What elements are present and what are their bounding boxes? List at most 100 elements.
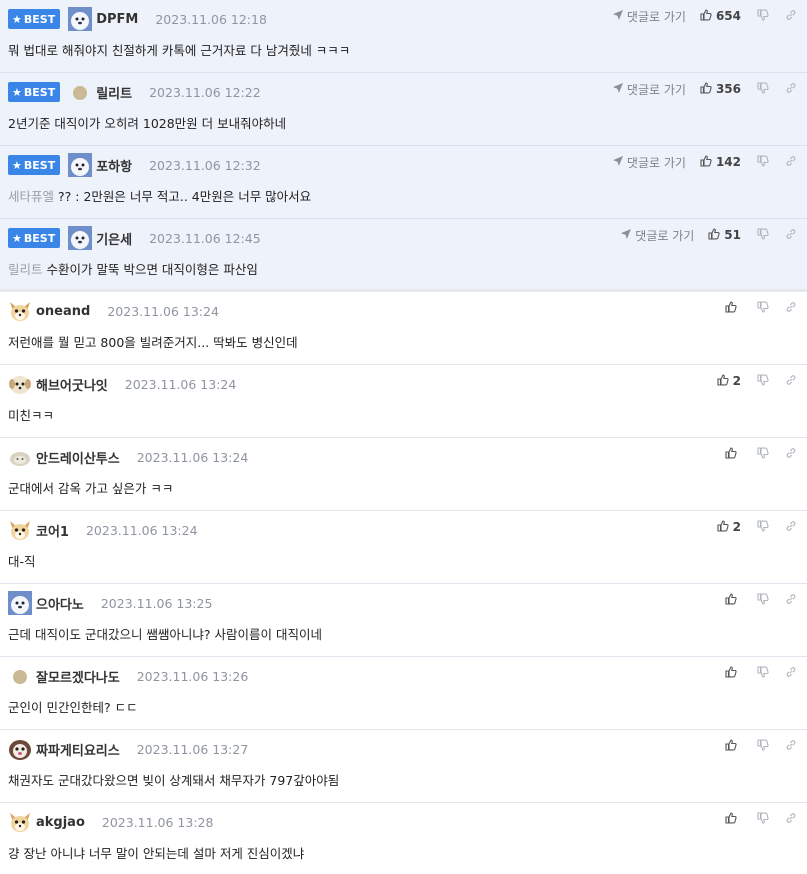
thumbs-up-icon <box>725 665 741 681</box>
nickname[interactable]: 해브어굿나잇 <box>36 375 108 394</box>
dot-avatar-icon[interactable] <box>68 80 92 104</box>
dot-avatar-icon[interactable] <box>8 664 32 688</box>
comment-body: 릴리트 수환이가 말뚝 박으면 대직이형은 파산임 <box>8 259 258 278</box>
comment-meta: 으아다노 2023.11.06 13:25 <box>8 591 212 615</box>
copy-link-button[interactable] <box>785 520 797 535</box>
timestamp: 2023.11.06 12:32 <box>149 157 261 173</box>
nickname[interactable]: 코어1 <box>36 521 69 540</box>
link-icon <box>785 666 797 681</box>
nickname[interactable]: 기은세 <box>96 229 132 248</box>
thumbs-up-icon <box>717 373 733 389</box>
like-button[interactable]: 2 <box>717 519 741 535</box>
comment-text: 근데 대직이도 군대갔으니 쌤쌤아니냐? 사람이름이 대직이네 <box>8 627 323 642</box>
timestamp: 2023.11.06 13:27 <box>136 741 249 757</box>
copy-link-button[interactable] <box>785 666 797 681</box>
like-button[interactable] <box>725 738 741 754</box>
dog-avatar-icon[interactable] <box>68 226 93 250</box>
copy-link-button[interactable] <box>785 82 797 97</box>
dislike-button[interactable] <box>757 373 769 389</box>
copy-link-button[interactable] <box>785 301 797 316</box>
comment-actions: 2 <box>717 372 797 390</box>
comment: 잘모르겠다나도 2023.11.06 13:26 군인이 민간인한테? ㄷㄷ <box>0 657 807 730</box>
copy-link-button[interactable] <box>785 739 797 754</box>
like-button[interactable]: 142 <box>700 154 741 170</box>
timestamp: 2023.11.06 13:24 <box>136 449 249 465</box>
dislike-button[interactable] <box>757 446 769 462</box>
nickname[interactable]: 잘모르겠다나도 <box>36 667 120 686</box>
goto-reply-link[interactable]: 댓글로 가기 <box>612 8 686 25</box>
like-button[interactable] <box>725 446 741 462</box>
reply-target[interactable]: 릴리트 <box>8 262 43 277</box>
best-badge: ★ BEST <box>8 9 61 29</box>
dog-avatar-icon[interactable] <box>68 153 93 177</box>
like-button[interactable]: 2 <box>717 373 741 389</box>
copy-link-button[interactable] <box>785 228 797 243</box>
thumbs-down-icon <box>757 300 769 316</box>
copy-link-button[interactable] <box>785 155 797 170</box>
goto-reply-link[interactable]: 댓글로 가기 <box>621 227 694 244</box>
lamb-avatar-icon[interactable] <box>8 445 32 469</box>
link-icon <box>785 447 797 462</box>
nickname[interactable]: 릴리트 <box>96 83 132 102</box>
link-icon <box>785 520 797 535</box>
comment-text: ?? : 2만원은 너무 적고.. 4만원은 너무 많아서요 <box>58 189 312 204</box>
comment-body: 채권자도 군대갔다왔으면 빚이 상계돼서 채무자가 797갚아야됨 <box>8 770 339 789</box>
dislike-button[interactable] <box>757 154 769 170</box>
thumbs-up-icon <box>725 592 741 608</box>
dislike-button[interactable] <box>757 811 769 827</box>
like-button[interactable]: 654 <box>700 8 741 24</box>
dog-avatar-icon[interactable] <box>68 7 93 31</box>
dislike-button[interactable] <box>757 665 769 681</box>
nickname[interactable]: 안드레이산투스 <box>36 448 120 467</box>
puppy-avatar-icon[interactable] <box>8 372 32 396</box>
fox-avatar-icon[interactable] <box>8 299 32 323</box>
dislike-button[interactable] <box>757 8 769 24</box>
fox-avatar-icon[interactable] <box>8 518 32 542</box>
dislike-button[interactable] <box>757 300 769 316</box>
goto-reply-link[interactable]: 댓글로 가기 <box>612 154 686 171</box>
thumbs-up-icon <box>700 81 716 97</box>
comment-meta: akgjao 2023.11.06 13:28 <box>8 810 213 834</box>
fox-avatar-icon[interactable] <box>8 810 32 834</box>
dislike-button[interactable] <box>757 738 769 754</box>
like-button[interactable] <box>725 665 741 681</box>
dog-avatar-icon[interactable] <box>8 591 32 615</box>
best-badge-label: BEST <box>23 231 56 245</box>
goto-reply-label: 댓글로 가기 <box>635 228 695 243</box>
copy-link-button[interactable] <box>785 593 797 608</box>
like-button[interactable] <box>725 300 741 316</box>
comment-body: 세타퓨엘 ?? : 2만원은 너무 적고.. 4만원은 너무 많아서요 <box>8 186 311 205</box>
thumbs-up-icon <box>725 446 741 462</box>
shih-tzu-avatar-icon[interactable] <box>8 737 32 761</box>
comment-meta: 잘모르겠다나도 2023.11.06 13:26 <box>8 664 248 688</box>
nickname[interactable]: oneand <box>36 304 90 319</box>
nickname[interactable]: 짜파게티요리스 <box>36 740 120 759</box>
nickname[interactable]: DPFM <box>96 12 138 27</box>
like-button[interactable]: 51 <box>708 227 741 243</box>
like-button[interactable] <box>725 811 741 827</box>
nickname[interactable]: 포하항 <box>96 156 132 175</box>
comment-body: 군대에서 감옥 가고 싶은가 ㅋㅋ <box>8 478 173 497</box>
timestamp: 2023.11.06 12:18 <box>155 11 267 27</box>
dislike-button[interactable] <box>757 592 769 608</box>
comment-text: 채권자도 군대갔다왔으면 빚이 상계돼서 채무자가 797갚아야됨 <box>8 773 340 788</box>
nickname[interactable]: 으아다노 <box>36 594 84 613</box>
best-badge: ★ BEST <box>8 228 61 248</box>
dislike-button[interactable] <box>757 519 769 535</box>
like-button[interactable]: 356 <box>700 81 741 97</box>
dislike-button[interactable] <box>757 81 769 97</box>
reply-target[interactable]: 세타퓨엘 <box>8 189 54 204</box>
copy-link-button[interactable] <box>785 812 797 827</box>
link-icon <box>785 301 797 316</box>
goto-reply-link[interactable]: 댓글로 가기 <box>612 81 686 98</box>
like-button[interactable] <box>725 592 741 608</box>
comment-text: 2년기준 대직이가 오히려 1028만원 더 보내줘야하네 <box>8 116 287 131</box>
comment-actions <box>725 737 797 755</box>
nickname[interactable]: akgjao <box>36 815 85 830</box>
copy-link-button[interactable] <box>785 447 797 462</box>
dislike-button[interactable] <box>757 227 769 243</box>
copy-link-button[interactable] <box>785 9 797 24</box>
copy-link-button[interactable] <box>785 374 797 389</box>
thumbs-up-icon <box>717 519 733 535</box>
comment-body: 미친ㅋㅋ <box>8 405 54 424</box>
